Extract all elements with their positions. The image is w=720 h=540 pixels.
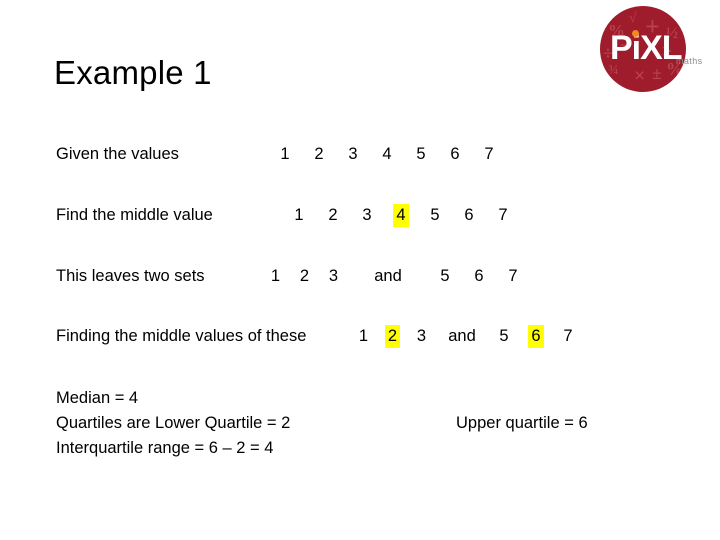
upper-quartile-highlight: 6 xyxy=(528,325,544,348)
line-this-leaves-two-sets: This leaves two sets 1 2 3 and 5 6 7 xyxy=(56,268,530,285)
quartiles-upper-text: Upper quartile = 6 xyxy=(456,414,588,432)
line4-number: 7 xyxy=(563,327,573,345)
line3-number: 7 xyxy=(508,267,518,285)
sqrt-symbol-icon: √ xyxy=(629,11,637,26)
line2-number: 2 xyxy=(328,206,338,224)
line2-label: Find the middle value xyxy=(56,206,213,224)
line4-right-set: 5 6 7 xyxy=(488,325,584,348)
line2-number: 6 xyxy=(464,206,474,224)
line3-right-set: 5 6 7 xyxy=(428,268,530,285)
line3-left-set: 123 xyxy=(261,268,348,285)
median-highlight: 4 xyxy=(393,204,409,227)
line1-numbers: 1 2 3 4 5 6 7 xyxy=(268,146,506,163)
result-quartiles-line: Quartiles are Lower Quartile = 2 Upper q… xyxy=(56,411,588,436)
slide-canvas: % √ + ½ ÷ ¾ × ± % = > PiXL maths Example… xyxy=(0,0,720,540)
line-find-the-middle-value: Find the middle value 1 2 3 4 5 6 7 xyxy=(56,204,520,227)
line2-numbers: 1 2 3 4 5 6 7 xyxy=(282,204,520,227)
line4-number: 5 xyxy=(499,327,509,345)
line3-number: 3 xyxy=(328,267,339,285)
line3-number: 5 xyxy=(440,267,450,285)
line2-number: 7 xyxy=(498,206,508,224)
line1-number: 2 xyxy=(314,145,324,163)
results-block: Median = 4 Quartiles are Lower Quartile … xyxy=(56,386,588,461)
line4-label: Finding the middle values of these xyxy=(56,327,307,345)
line3-number: 2 xyxy=(299,267,310,285)
result-iqr-line: Interquartile range = 6 – 2 = 4 xyxy=(56,436,290,461)
line2-number: 1 xyxy=(294,206,304,224)
line2-number: 5 xyxy=(430,206,440,224)
line4-number-highlighted: 2 xyxy=(378,325,407,348)
line4-left-set: 123 xyxy=(349,325,436,348)
line4-number: 3 xyxy=(416,327,427,345)
logo-i-dot-icon xyxy=(632,30,639,37)
line2-number-highlighted: 4 xyxy=(384,204,418,227)
median-text: Median = 4 xyxy=(56,389,139,407)
line1-number: 4 xyxy=(382,145,392,163)
result-median-line: Median = 4 xyxy=(56,386,290,411)
line4-number: 1 xyxy=(358,327,369,345)
line2-number: 3 xyxy=(362,206,372,224)
line3-number: 1 xyxy=(270,267,281,285)
line-given-the-values: Given the values 1 2 3 4 5 6 7 xyxy=(56,146,506,163)
line3-label: This leaves two sets xyxy=(56,267,205,285)
line1-number: 7 xyxy=(484,145,494,163)
line4-number-highlighted: 6 xyxy=(520,325,552,348)
interquartile-range-text: Interquartile range = 6 – 2 = 4 xyxy=(56,439,274,457)
line1-number: 3 xyxy=(348,145,358,163)
line1-number: 6 xyxy=(450,145,460,163)
logo-wordmark: PiXL xyxy=(610,29,683,67)
lower-quartile-highlight: 2 xyxy=(384,325,401,348)
pixl-maths-logo: % √ + ½ ÷ ¾ × ± % = > PiXL maths xyxy=(596,4,716,100)
line1-number: 5 xyxy=(416,145,426,163)
quartiles-lower-text: Quartiles are Lower Quartile = 2 xyxy=(56,414,291,432)
line3-number: 6 xyxy=(474,267,484,285)
line-finding-the-middle-values: Finding the middle values of these 1 2 3 and… xyxy=(56,325,584,348)
logo-subtitle: maths xyxy=(676,56,703,66)
line1-number: 1 xyxy=(280,145,290,163)
line1-label: Given the values xyxy=(56,145,179,163)
page-title: Example 1 xyxy=(54,54,212,91)
line3-conjunction: and xyxy=(374,267,402,285)
multiply-symbol-icon: × xyxy=(634,65,646,87)
line4-conjunction: and xyxy=(448,327,476,345)
